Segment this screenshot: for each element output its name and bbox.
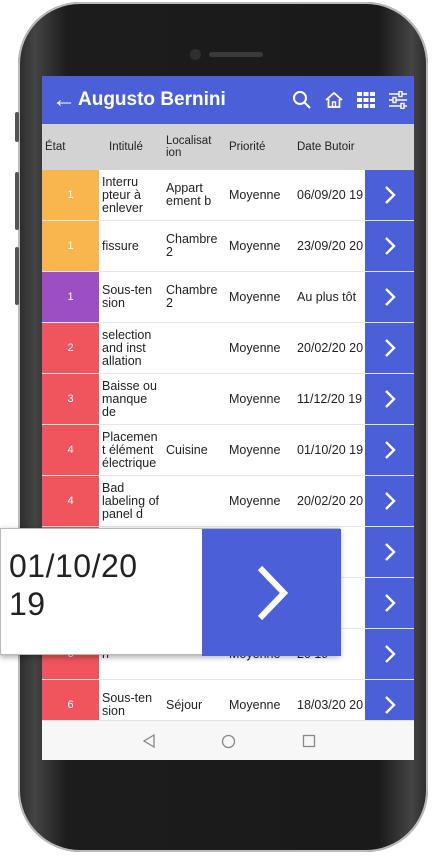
priorite-cell: Moyenne [229,494,281,508]
filter-sliders-icon[interactable] [382,76,414,124]
grid-icon[interactable] [350,76,382,124]
localisation-cell [163,476,227,526]
status-cell: 3 [42,374,99,424]
priorite-cell: Moyenne [229,443,281,457]
silent-switch [15,112,19,142]
date-cell: 06/09/20 19 [297,187,364,202]
zoom-open-detail-button[interactable] [202,529,341,656]
date-cell: Au plus tôt [297,289,357,304]
chevron-right-icon [384,237,396,255]
date-cell: 01/10/20 19 [297,442,364,457]
chevron-right-icon [384,390,396,408]
status-cell: 1 [42,170,99,220]
chevron-right-icon [384,339,396,357]
localisation-cell: Chambre 2 [166,232,218,259]
table-row[interactable]: 1 Interru pteur à enlever Appart ement b… [42,170,414,221]
open-detail-button[interactable] [365,170,414,220]
status-cell: 1 [42,272,99,322]
intitule-cell: Baisse ou manque de [102,378,157,419]
header-priorite[interactable]: Priorité [227,124,295,170]
back-triangle-icon[interactable] [142,734,156,748]
open-detail-button[interactable] [365,323,414,373]
chevron-right-icon [384,492,396,510]
open-detail-button[interactable] [365,221,414,271]
open-detail-button[interactable] [365,476,414,526]
localisation-cell: Cuisine [166,442,208,457]
chevron-right-icon [384,543,396,561]
priorite-cell: Moyenne [229,188,281,202]
intitule-cell: Bad labeling of panel d [102,480,159,521]
status-cell: 1 [42,221,99,271]
open-detail-button[interactable] [365,629,414,679]
header-date[interactable]: Date Butoir [295,124,365,170]
table-row[interactable]: 2 selection and inst allation Moyenne 20… [42,323,414,374]
priorite-cell: Moyenne [229,341,281,355]
date-cell: 20/02/20 20 [297,340,364,355]
open-detail-button[interactable] [365,374,414,424]
zoom-date-line2: 19 [9,586,46,622]
date-cell: 11/12/20 19 [297,391,363,406]
priorite-cell: Moyenne [229,392,281,406]
date-cell: 20/02/20 20 [297,493,364,508]
header-etat[interactable]: État [42,124,99,170]
zoom-date: 01/10/20 19 [9,547,138,623]
android-nav-bar [42,720,414,760]
search-icon[interactable] [286,76,318,124]
volume-down-button [15,247,19,305]
chevron-right-icon [384,696,396,714]
table-row[interactable]: 1 Sous-ten sion Chambre 2 Moyenne Au plu… [42,272,414,323]
priorite-cell: Moyenne [229,290,281,304]
chevron-right-icon [384,594,396,612]
app-bar: ← Augusto Bernini [42,76,414,124]
chevron-right-icon [384,186,396,204]
table-row[interactable]: 4 Bad labeling of panel d Moyenne 20/02/… [42,476,414,527]
open-detail-button[interactable] [365,527,414,577]
intitule-cell: selection and inst allation [102,327,152,368]
home-icon[interactable] [318,76,350,124]
page-title: Augusto Bernini [78,89,226,110]
intitule-cell: Sous-ten sion [102,283,153,310]
table-row[interactable]: 4 Placemen t élément électrique Cuisine … [42,425,414,476]
chevron-right-icon [384,645,396,663]
home-circle-icon[interactable] [221,734,236,749]
open-detail-button[interactable] [365,578,414,628]
table-header: État Intitulé Localisat ion Priorité Dat… [42,124,414,170]
header-intitule[interactable]: Intitulé [99,124,163,170]
localisation-cell [163,374,227,424]
priorite-cell: Moyenne [229,239,281,253]
volume-up-button [15,172,19,230]
phone-screen: ← Augusto Bernini État Intitulé Localisa… [42,76,414,760]
header-localisation[interactable]: Localisat ion [163,124,227,170]
localisation-cell [163,323,227,373]
chevron-right-icon [384,441,396,459]
table-row[interactable]: 3 Baisse ou manque de Moyenne 11/12/20 1… [42,374,414,425]
chevron-right-icon [257,565,288,620]
status-cell: 4 [42,425,99,475]
intitule-cell: fissure [102,238,139,253]
open-detail-button[interactable] [365,425,414,475]
date-cell: 23/09/20 20 [297,238,364,253]
front-camera [190,49,201,60]
status-cell: 2 [42,323,99,373]
chevron-right-icon [384,288,396,306]
intitule-cell: Interru pteur à enlever [102,174,143,215]
status-cell: 4 [42,476,99,526]
earpiece-speaker [209,52,263,57]
localisation-cell: Appart ement b [166,181,212,208]
open-detail-button[interactable] [365,272,414,322]
zoom-callout: 01/10/20 19 [0,528,341,656]
zoom-date-line1: 01/10/20 [9,548,138,584]
table-row[interactable]: 1 fissure Chambre 2 Moyenne 23/09/20 20 [42,221,414,272]
intitule-cell: Placemen t élément électrique [102,429,158,470]
arrow-left-icon[interactable]: ← [42,76,78,124]
recents-square-icon[interactable] [302,734,316,748]
localisation-cell: Chambre 2 [166,283,218,310]
